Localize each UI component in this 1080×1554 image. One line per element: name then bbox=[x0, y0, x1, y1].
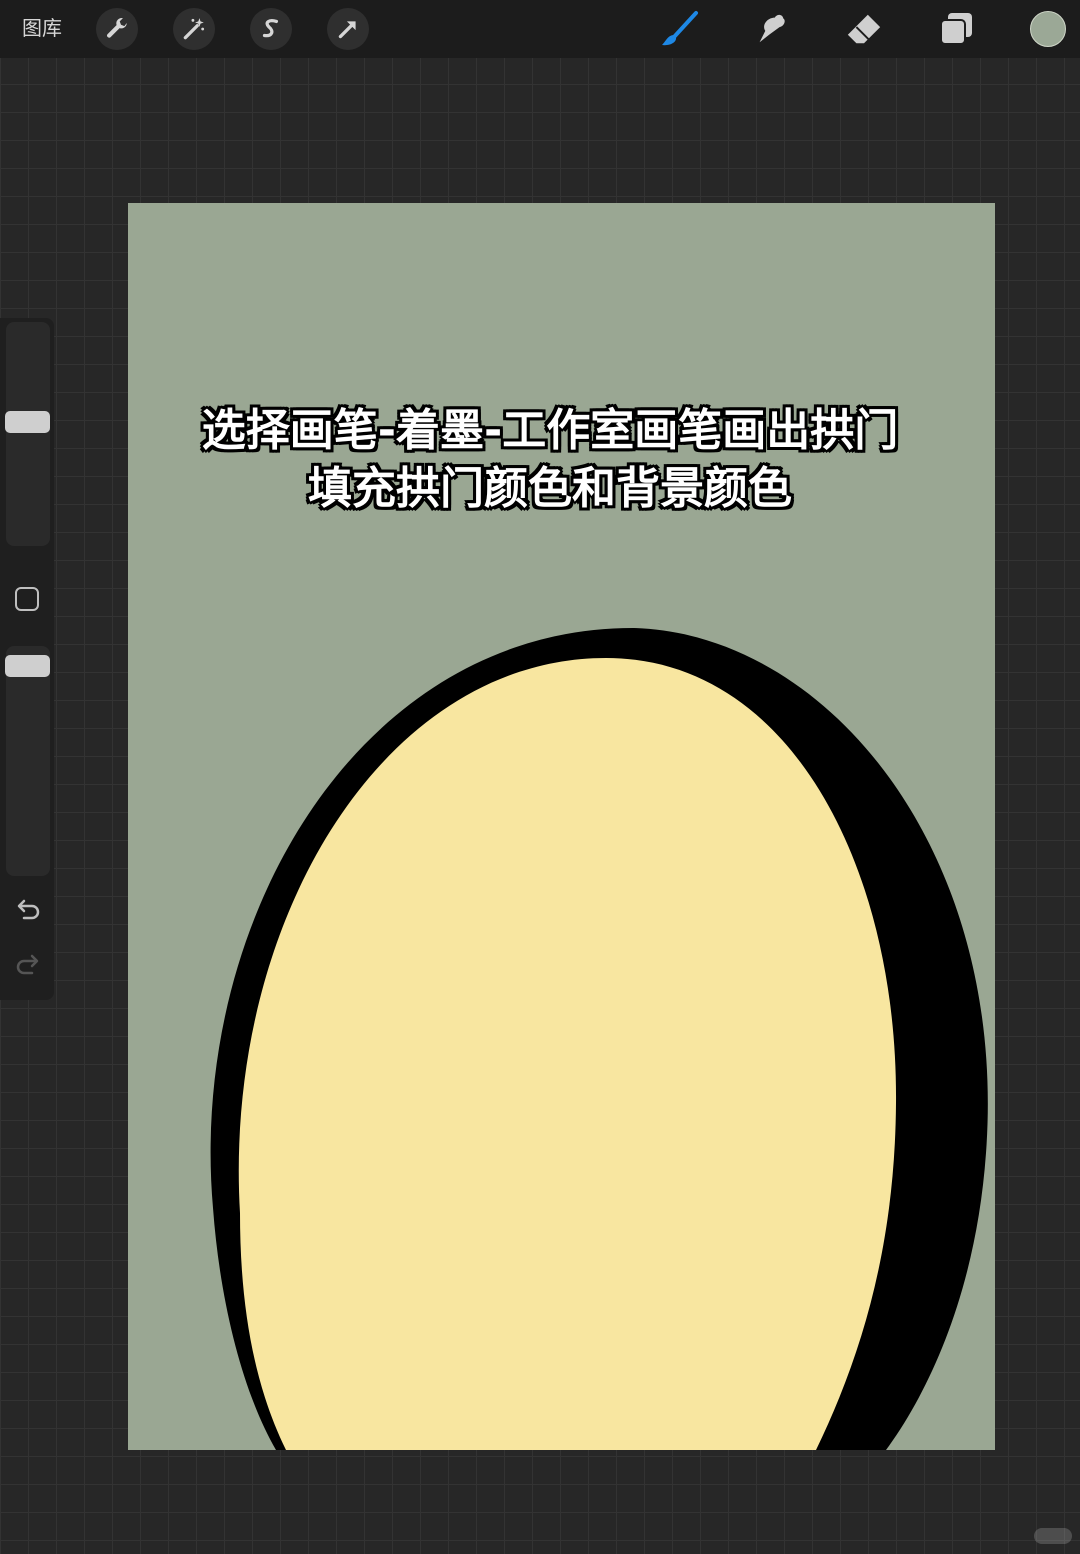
eraser-tool-button[interactable] bbox=[843, 8, 885, 50]
tutorial-caption: 选择画笔-着墨-工作室画笔画出拱门 填充拱门颜色和背景颜色 bbox=[140, 402, 960, 518]
smudge-tool-button[interactable] bbox=[750, 8, 792, 50]
top-toolbar: 图库 bbox=[0, 0, 1080, 58]
adjustments-button[interactable] bbox=[173, 8, 215, 50]
selection-button[interactable] bbox=[250, 8, 292, 50]
brush-size-slider[interactable] bbox=[6, 322, 50, 546]
transform-button[interactable] bbox=[327, 8, 369, 50]
magic-wand-icon bbox=[183, 18, 205, 40]
layers-icon bbox=[940, 13, 972, 45]
smudge-icon bbox=[759, 14, 785, 43]
caption-line-2: 填充拱门颜色和背景颜色 bbox=[308, 463, 792, 514]
transform-arrow-icon bbox=[338, 21, 356, 39]
drawing-canvas[interactable] bbox=[128, 203, 995, 1450]
modify-square-icon[interactable] bbox=[15, 587, 39, 611]
color-picker-button[interactable] bbox=[1030, 11, 1066, 47]
brush-tool-button[interactable] bbox=[659, 8, 701, 50]
eraser-icon bbox=[847, 14, 881, 44]
layers-button[interactable] bbox=[935, 8, 977, 50]
brush-size-slider-thumb[interactable] bbox=[5, 411, 50, 433]
canvas-artwork bbox=[128, 203, 995, 1450]
opacity-slider-thumb[interactable] bbox=[5, 655, 50, 677]
opacity-slider[interactable] bbox=[6, 646, 50, 876]
selection-s-icon bbox=[262, 19, 279, 38]
brush-icon bbox=[662, 11, 698, 46]
actions-wrench-button[interactable] bbox=[96, 8, 138, 50]
wrench-icon bbox=[107, 18, 127, 38]
caption-line-1: 选择画笔-着墨-工作室画笔画出拱门 bbox=[201, 405, 899, 456]
redo-icon[interactable] bbox=[14, 952, 42, 980]
gallery-button[interactable]: 图库 bbox=[22, 14, 62, 42]
undo-icon[interactable] bbox=[14, 897, 42, 925]
watermark bbox=[1034, 1528, 1072, 1544]
